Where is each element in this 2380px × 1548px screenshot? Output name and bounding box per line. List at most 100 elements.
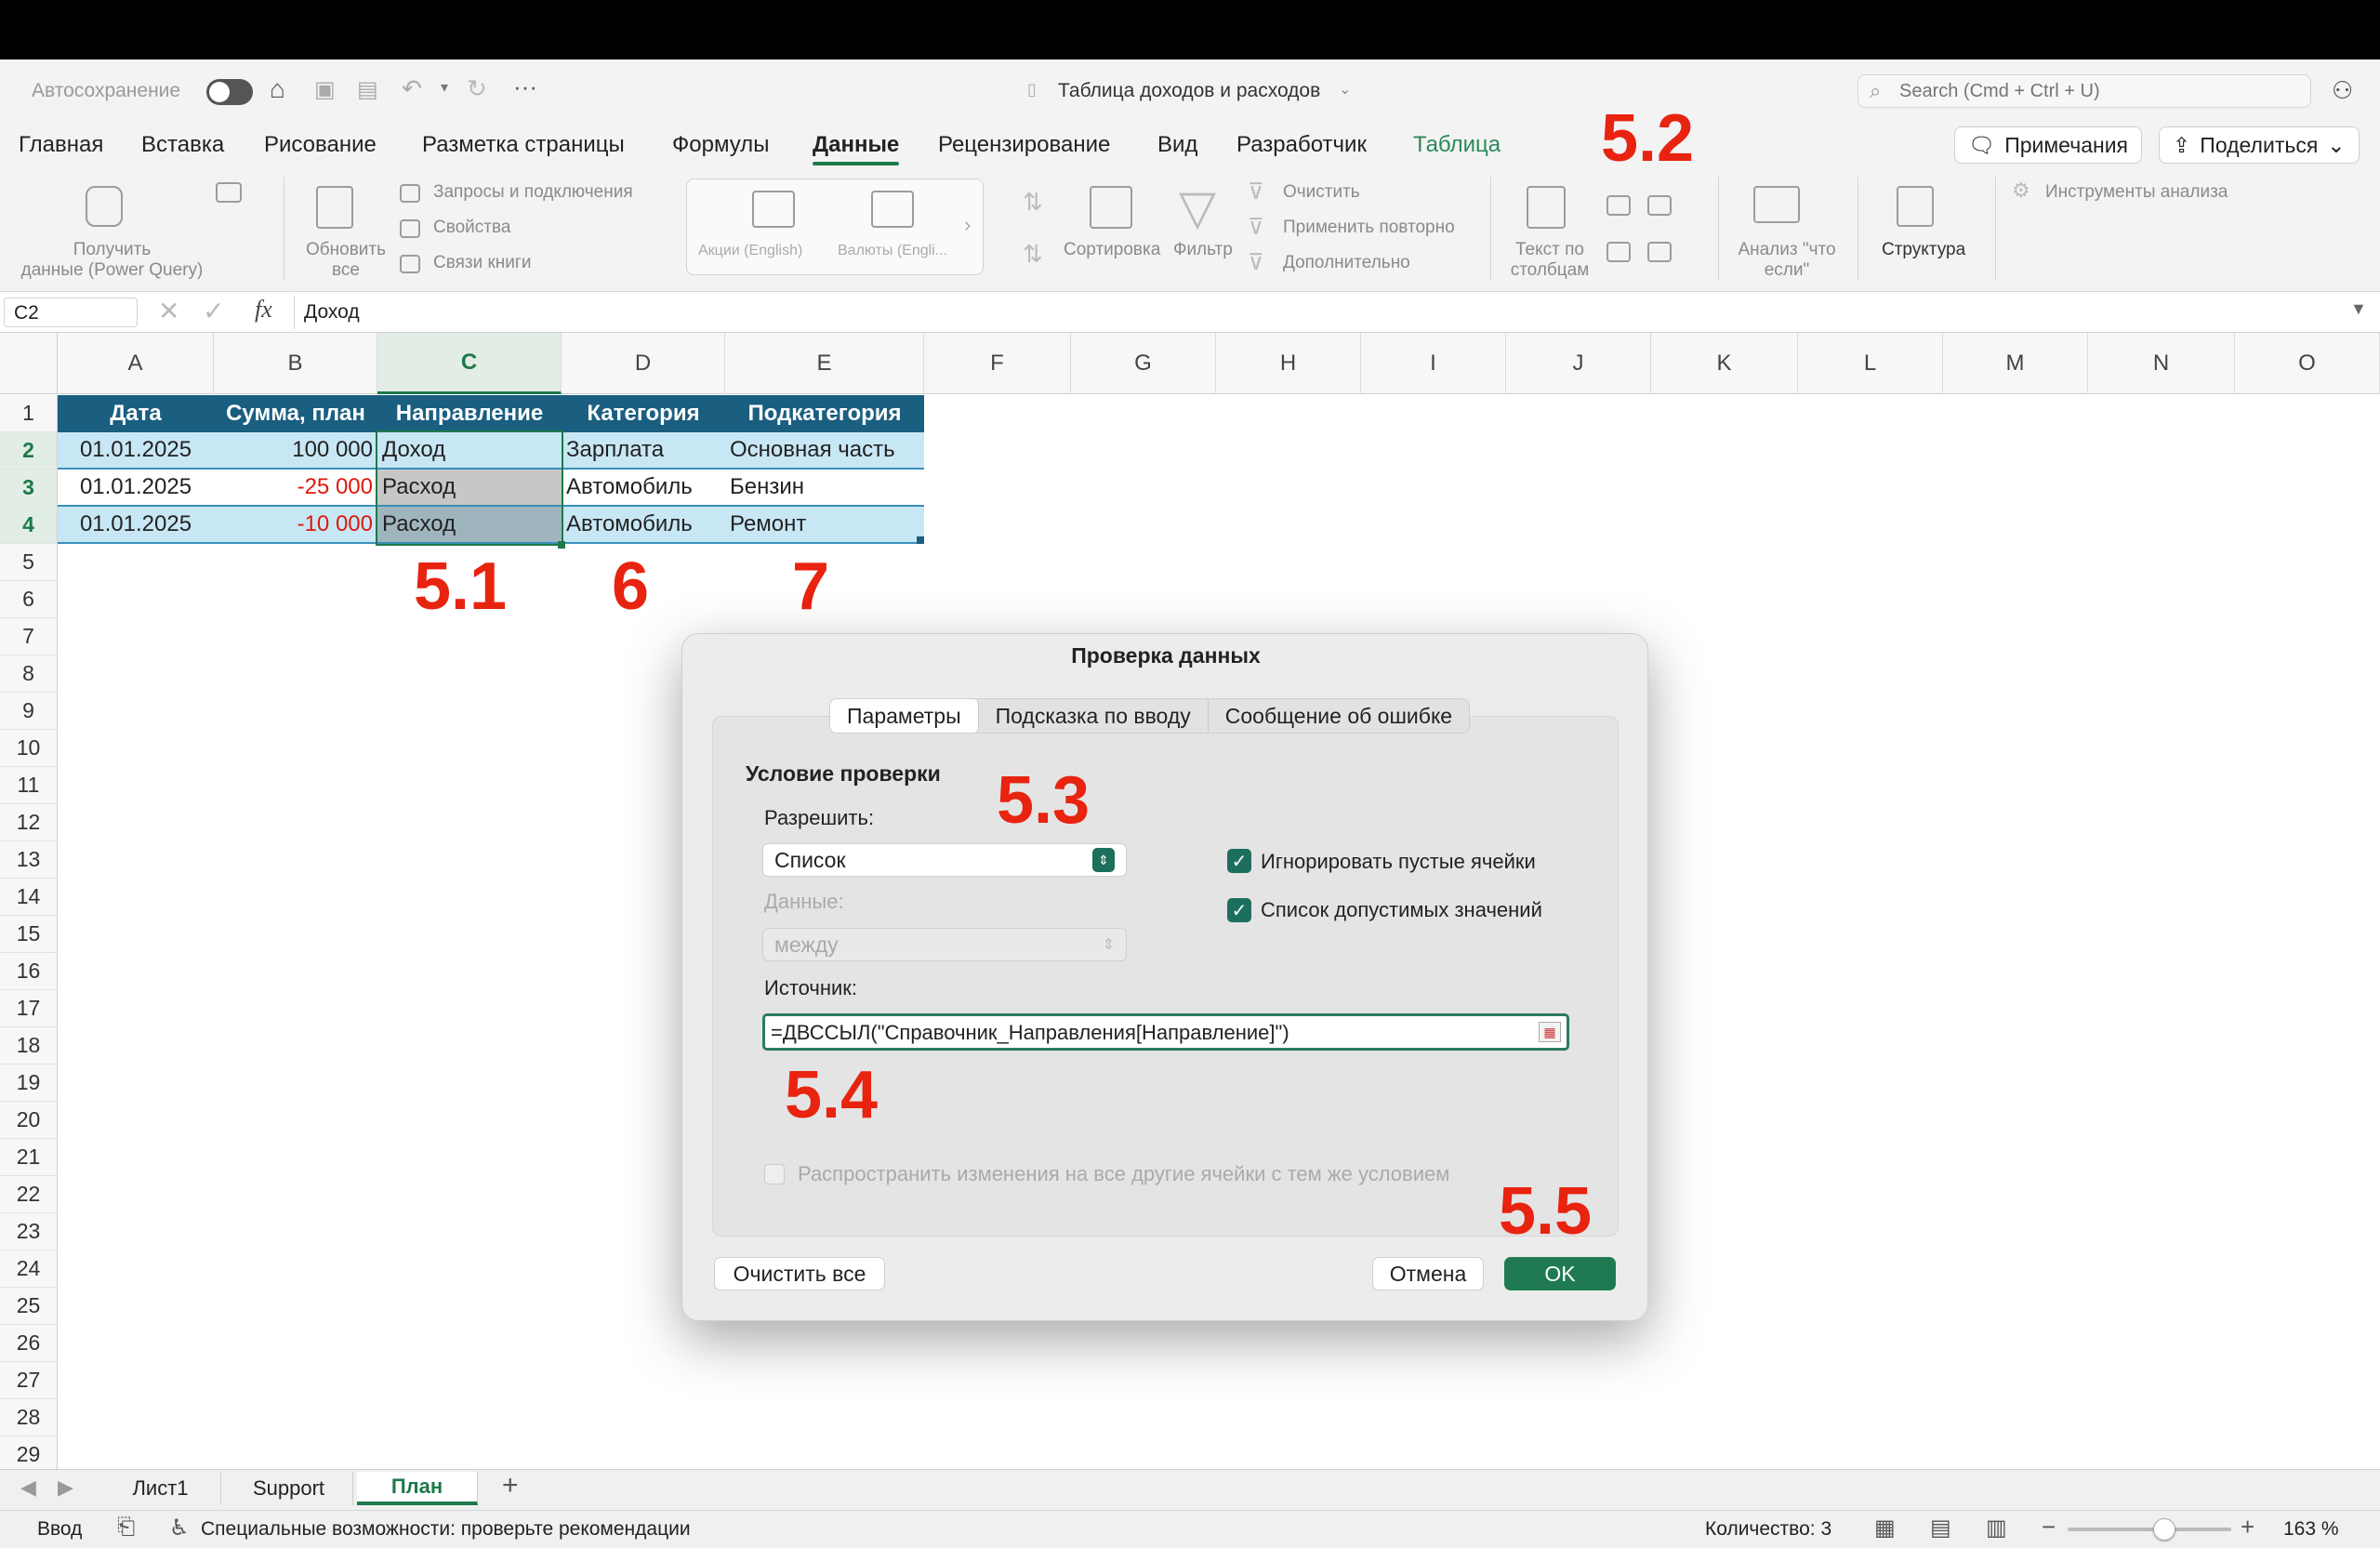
title-chevron-icon[interactable]: ⌄ xyxy=(1339,80,1351,99)
text-to-columns-button[interactable]: Текст по столбцам xyxy=(1499,240,1601,281)
ok-button[interactable]: OK xyxy=(1504,1257,1616,1290)
cell-d3[interactable]: Автомобиль xyxy=(562,470,725,507)
row-header-6[interactable]: 6 xyxy=(0,581,58,618)
tab-home[interactable]: Главная xyxy=(19,132,103,158)
prev-sheet-icon[interactable]: ◀ xyxy=(20,1475,36,1500)
consolidate-icon[interactable] xyxy=(1647,242,1672,262)
data-validation-icon[interactable] xyxy=(1606,242,1631,262)
row-header-29[interactable]: 29 xyxy=(0,1436,58,1474)
row-header-8[interactable]: 8 xyxy=(0,655,58,693)
row-header-19[interactable]: 19 xyxy=(0,1065,58,1102)
page-break-view-icon[interactable]: ▥ xyxy=(1986,1515,2007,1541)
advanced-button[interactable]: Дополнительно xyxy=(1283,253,1410,273)
tab-error-alert[interactable]: Сообщение об ошибке xyxy=(1209,699,1469,733)
column-header-k[interactable]: K xyxy=(1651,333,1798,394)
reapply-button[interactable]: Применить повторно xyxy=(1283,218,1455,238)
clear-all-button[interactable]: Очистить все xyxy=(714,1257,885,1290)
tab-page-layout[interactable]: Разметка страницы xyxy=(422,132,625,158)
zoom-slider-thumb[interactable] xyxy=(2153,1518,2175,1541)
outline-button[interactable]: Структура xyxy=(1882,240,1965,260)
sheet-tab-1[interactable]: Лист1 xyxy=(100,1472,221,1505)
share-button[interactable]: ⇪ Поделиться ⌄ xyxy=(2159,126,2360,164)
row-header-15[interactable]: 15 xyxy=(0,916,58,953)
tab-parameters[interactable]: Параметры xyxy=(830,699,979,733)
row-header-12[interactable]: 12 xyxy=(0,804,58,841)
column-header-e[interactable]: E xyxy=(725,333,924,394)
row-header-20[interactable]: 20 xyxy=(0,1102,58,1139)
properties-button[interactable]: Свойства xyxy=(433,218,510,238)
row-header-16[interactable]: 16 xyxy=(0,953,58,990)
sort-asc-icon[interactable]: ⇅ xyxy=(1023,188,1043,217)
queries-button[interactable]: Запросы и подключения xyxy=(433,182,633,203)
zoom-in-icon[interactable]: + xyxy=(2241,1513,2254,1541)
clear-button[interactable]: Очистить xyxy=(1283,182,1360,203)
cancel-button[interactable]: Отмена xyxy=(1372,1257,1484,1290)
macro-record-icon[interactable]: ⎗ xyxy=(117,1515,135,1541)
header-date[interactable]: Дата xyxy=(58,395,214,432)
share-people-icon[interactable]: ⚇ xyxy=(2332,76,2353,105)
row-header-3[interactable]: 3 xyxy=(0,470,58,507)
tab-data[interactable]: Данные xyxy=(813,132,900,165)
cell-e3[interactable]: Бензин xyxy=(725,470,924,507)
search-input[interactable] xyxy=(1899,79,2299,103)
data-types-gallery[interactable]: Акции (English) Валюты (Engli... › xyxy=(686,179,984,275)
remove-duplicates-icon[interactable] xyxy=(1647,195,1672,216)
sheet-tab-support[interactable]: Support xyxy=(225,1472,353,1505)
next-sheet-icon[interactable]: ▶ xyxy=(58,1475,73,1500)
column-header-i[interactable]: I xyxy=(1361,333,1506,394)
sheet-tab-plan[interactable]: План xyxy=(357,1472,478,1505)
tab-formulas[interactable]: Формулы xyxy=(672,132,769,158)
row-header-13[interactable]: 13 xyxy=(0,841,58,879)
row-header-26[interactable]: 26 xyxy=(0,1325,58,1362)
column-header-m[interactable]: M xyxy=(1943,333,2088,394)
name-box[interactable]: C2 xyxy=(4,298,138,327)
fx-icon[interactable]: fx xyxy=(255,296,272,324)
row-header-9[interactable]: 9 xyxy=(0,693,58,730)
row-header-7[interactable]: 7 xyxy=(0,618,58,655)
row-header-27[interactable]: 27 xyxy=(0,1362,58,1399)
ignore-blank-checkbox[interactable]: ✓ xyxy=(1227,849,1251,873)
tab-input-message[interactable]: Подсказка по вводу xyxy=(979,699,1209,733)
normal-view-icon[interactable]: ▦ xyxy=(1874,1515,1896,1541)
what-if-button[interactable]: Анализ "что если" xyxy=(1729,240,1844,281)
column-header-j[interactable]: J xyxy=(1506,333,1651,394)
sort-desc-icon[interactable]: ⇅ xyxy=(1023,240,1043,269)
in-cell-dropdown-checkbox[interactable]: ✓ xyxy=(1227,898,1251,922)
column-header-f[interactable]: F xyxy=(924,333,1071,394)
column-header-n[interactable]: N xyxy=(2088,333,2235,394)
cancel-icon[interactable]: ✕ xyxy=(158,296,179,326)
cell-b4[interactable]: -10 000 xyxy=(214,507,377,544)
header-amount[interactable]: Сумма, план xyxy=(214,395,377,432)
column-header-l[interactable]: L xyxy=(1798,333,1943,394)
links-button[interactable]: Связи книги xyxy=(433,253,531,273)
sort-button[interactable]: Сортировка xyxy=(1064,240,1160,260)
cell-d4[interactable]: Автомобиль xyxy=(562,507,725,544)
tab-draw[interactable]: Рисование xyxy=(264,132,377,158)
cell-a4[interactable]: 01.01.2025 xyxy=(58,507,214,544)
page-layout-view-icon[interactable]: ▤ xyxy=(1930,1515,1951,1541)
tab-table[interactable]: Таблица xyxy=(1413,132,1501,158)
header-category[interactable]: Категория xyxy=(562,395,725,432)
row-header-1[interactable]: 1 xyxy=(0,395,58,432)
row-header-23[interactable]: 23 xyxy=(0,1213,58,1250)
row-header-21[interactable]: 21 xyxy=(0,1139,58,1176)
accessibility-icon[interactable]: ♿ xyxy=(169,1515,190,1541)
row-header-24[interactable]: 24 xyxy=(0,1250,58,1288)
row-header-4[interactable]: 4 xyxy=(0,507,58,544)
column-header-h[interactable]: H xyxy=(1216,333,1361,394)
source-input[interactable]: =ДВССЫЛ("Справочник_Направления[Направле… xyxy=(762,1013,1569,1051)
filter-button[interactable]: Фильтр xyxy=(1173,240,1233,260)
undo-dropdown-icon[interactable]: ▾ xyxy=(441,78,448,97)
tab-insert[interactable]: Вставка xyxy=(141,132,224,158)
autosave-toggle[interactable] xyxy=(206,79,253,105)
row-header-5[interactable]: 5 xyxy=(0,544,58,581)
allow-select[interactable]: Список ⇕ xyxy=(762,843,1127,877)
column-header-o[interactable]: O xyxy=(2235,333,2380,394)
accessibility-label[interactable]: Специальные возможности: проверьте реком… xyxy=(201,1518,691,1541)
get-data-button[interactable]: Получить данные (Power Query) xyxy=(17,240,207,281)
tab-view[interactable]: Вид xyxy=(1157,132,1197,158)
cell-a2[interactable]: 01.01.2025 xyxy=(58,432,214,470)
row-header-22[interactable]: 22 xyxy=(0,1176,58,1213)
save-icon[interactable]: ▣ xyxy=(314,76,336,103)
enter-icon[interactable]: ✓ xyxy=(203,296,224,326)
